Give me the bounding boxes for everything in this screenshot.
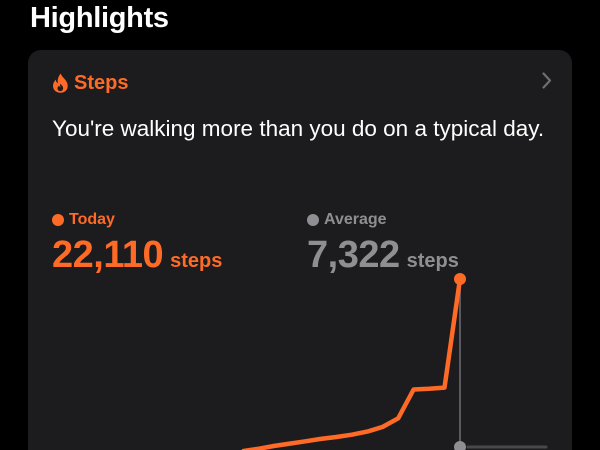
highlights-page: Highlights Steps You're walking more tha…	[0, 0, 600, 450]
section-title: Highlights	[30, 2, 169, 34]
average-current-point	[454, 441, 466, 450]
steps-line-chart	[241, 273, 548, 450]
today-series-line	[241, 276, 463, 450]
steps-highlight-card[interactable]: Steps You're walking more than you do on…	[28, 50, 572, 450]
today-current-point	[454, 273, 466, 285]
